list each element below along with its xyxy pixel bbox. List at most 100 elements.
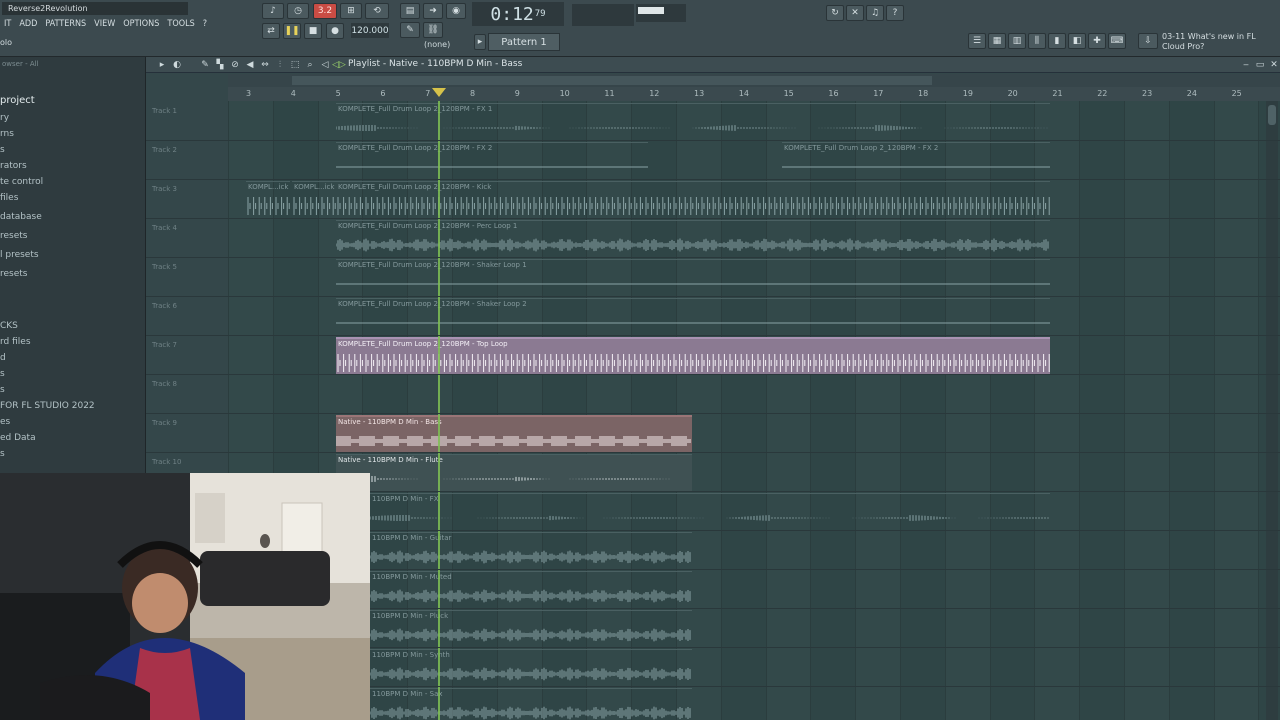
audio-clip[interactable]: KOMPL...ick: [292, 181, 336, 218]
track-label[interactable]: Track 5: [152, 263, 177, 271]
menu-item-add[interactable]: ADD: [15, 18, 41, 32]
audio-clip[interactable]: KOMPLETE_Full Drum Loop 2_120BPM - Perc …: [336, 220, 1050, 257]
audio-clip[interactable]: 110BPM D Min - FX: [370, 493, 1050, 530]
mixer-icon[interactable]: ⫼: [1028, 33, 1046, 49]
tools-icon[interactable]: ✕: [846, 5, 864, 21]
playlist-window-icon[interactable]: ☰: [968, 33, 986, 49]
metronome-icon[interactable]: ♪: [262, 3, 284, 19]
browser-item[interactable]: te control: [0, 177, 43, 187]
project-name-field[interactable]: Reverse2Revolution: [2, 2, 188, 15]
select-icon[interactable]: ⬚: [289, 59, 301, 71]
track-label[interactable]: Track 8: [152, 380, 177, 388]
browser-item[interactable]: rns: [0, 129, 14, 139]
paint-icon[interactable]: ▚: [214, 59, 226, 71]
menu-item-options[interactable]: OPTIONS: [119, 18, 163, 32]
arrow-icon[interactable]: ▸: [156, 59, 168, 71]
track-label[interactable]: Track 3: [152, 185, 177, 193]
browser-item[interactable]: resets: [0, 269, 27, 279]
playlist-grid[interactable]: KOMPLETE_Full Drum Loop 2_120BPM - FX 1 K…: [228, 101, 1280, 720]
loop-record-icon[interactable]: ⟲: [365, 3, 389, 19]
pattern-selector[interactable]: Pattern 1: [488, 33, 560, 51]
audio-clip[interactable]: KOMPLETE_Full Drum Loop 2_120BPM - FX 2: [782, 142, 1050, 179]
tempo-display[interactable]: 120.000: [351, 23, 389, 38]
audio-clip[interactable]: KOMPLETE_Full Drum Loop 2_120BPM - Top L…: [336, 337, 1050, 374]
browser-item[interactable]: l presets: [0, 250, 39, 260]
mute-icon[interactable]: ◀: [244, 59, 256, 71]
playhead[interactable]: [438, 101, 440, 720]
magnet-icon[interactable]: ◐: [171, 59, 183, 71]
audio-clip[interactable]: 110BPM D Min - Muted: [370, 571, 692, 608]
browser-item[interactable]: rd files: [0, 337, 31, 347]
count-in-button[interactable]: 3.2: [313, 3, 337, 19]
download-icon[interactable]: ⇩: [1138, 33, 1158, 49]
pause-icon[interactable]: ❚❚: [283, 23, 301, 39]
plugin-picker-icon[interactable]: ▮: [1048, 33, 1066, 49]
help-icon[interactable]: ?: [886, 5, 904, 21]
browser-item[interactable]: ry: [0, 113, 9, 123]
zoom-icon[interactable]: ⌕: [304, 59, 316, 71]
news-panel[interactable]: 03-11 What's new in FL Cloud Pro?: [1162, 32, 1272, 52]
minimize-icon[interactable]: ‒: [1240, 59, 1252, 71]
playlist-overview[interactable]: [228, 74, 1280, 87]
browser-item[interactable]: rators: [0, 161, 27, 171]
menu-item-edit[interactable]: IT: [0, 18, 15, 32]
track-label[interactable]: Track 1: [152, 107, 177, 115]
vertical-scrollbar[interactable]: [1266, 101, 1278, 720]
audio-clip[interactable]: KOMPLETE_Full Drum Loop 2_120BPM - FX 1: [336, 103, 1050, 140]
audio-clip[interactable]: KOMPLETE_Full Drum Loop 2_120BPM - FX 2: [336, 142, 648, 179]
stop-icon[interactable]: ■: [304, 23, 322, 39]
timeline-ruler[interactable]: 3 4 5 6 7 8 9 10 11 12 13 14 15 16 17 18 19 20 21 22 23 24 25: [228, 87, 1280, 101]
refresh-icon[interactable]: ↻: [826, 5, 844, 21]
track-label[interactable]: Track 2: [152, 146, 177, 154]
blend-notes-icon[interactable]: ⊞: [340, 3, 362, 19]
track-label[interactable]: Track 10: [152, 458, 181, 466]
browser-item[interactable]: resets: [0, 231, 27, 241]
browser-item[interactable]: s: [0, 385, 5, 395]
mic-icon[interactable]: ♫: [866, 5, 884, 21]
audio-clip[interactable]: Native - 110BPM D Min - Flute: [336, 454, 692, 491]
step-edit-icon[interactable]: ➜: [423, 3, 443, 19]
audio-clip[interactable]: Native - 110BPM D Min - Bass: [336, 415, 692, 452]
record-icon[interactable]: ●: [326, 23, 344, 39]
multilink-icon[interactable]: ◉: [446, 3, 466, 19]
plugin-database-icon[interactable]: ✚: [1088, 33, 1106, 49]
draw-icon[interactable]: ✎: [199, 59, 211, 71]
browser-item[interactable]: es: [0, 417, 10, 427]
maximize-icon[interactable]: ▭: [1254, 59, 1266, 71]
browser-item[interactable]: FOR FL STUDIO 2022: [0, 401, 95, 411]
pattern-prev-icon[interactable]: ▸: [474, 34, 486, 50]
browser-item[interactable]: files: [0, 193, 18, 203]
audio-clip[interactable]: KOMPLETE_Full Drum Loop 2_120BPM - Kick: [336, 181, 1050, 218]
time-display[interactable]: 0:12 79: [472, 2, 564, 26]
audio-clip[interactable]: 110BPM D Min - Guitar: [370, 532, 692, 569]
audio-clip[interactable]: 110BPM D Min - Pluck: [370, 610, 692, 647]
track-label[interactable]: Track 6: [152, 302, 177, 310]
close-icon[interactable]: ✕: [1268, 59, 1280, 71]
browser-item[interactable]: s: [0, 449, 5, 459]
browser-item[interactable]: d: [0, 353, 6, 363]
playback-icon[interactable]: ◁: [319, 59, 331, 71]
snap-selector[interactable]: (none): [424, 40, 450, 49]
audio-clip[interactable]: 110BPM D Min - Sax: [370, 688, 692, 720]
song-pattern-toggle[interactable]: ⇄: [262, 23, 280, 39]
browser-item[interactable]: database: [0, 212, 42, 222]
play-pattern-icon[interactable]: ◁▷: [332, 59, 346, 71]
delete-icon[interactable]: ⊘: [229, 59, 241, 71]
wait-input-icon[interactable]: ◷: [287, 3, 309, 19]
audio-clip[interactable]: KOMPL...ick: [246, 181, 290, 218]
typing-keyboard-icon[interactable]: ▤: [400, 3, 420, 19]
browser-item[interactable]: CKS: [0, 321, 18, 331]
track-label[interactable]: Track 9: [152, 419, 177, 427]
menu-item-patterns[interactable]: PATTERNS: [41, 18, 90, 32]
piano-roll-icon[interactable]: ▦: [988, 33, 1006, 49]
audio-clip[interactable]: KOMPLETE_Full Drum Loop 2_120BPM - Shake…: [336, 259, 1050, 296]
link-icon[interactable]: ⛓: [423, 22, 443, 38]
browser-icon[interactable]: ◧: [1068, 33, 1086, 49]
menu-item-help[interactable]: ?: [199, 18, 211, 32]
pencil-icon[interactable]: ✎: [400, 22, 420, 38]
menu-item-view[interactable]: VIEW: [90, 18, 119, 32]
menu-item-tools[interactable]: TOOLS: [163, 18, 198, 32]
overview-thumb[interactable]: [292, 76, 932, 85]
audio-clip[interactable]: 110BPM D Min - Synth: [370, 649, 692, 686]
browser-item[interactable]: project: [0, 95, 35, 106]
